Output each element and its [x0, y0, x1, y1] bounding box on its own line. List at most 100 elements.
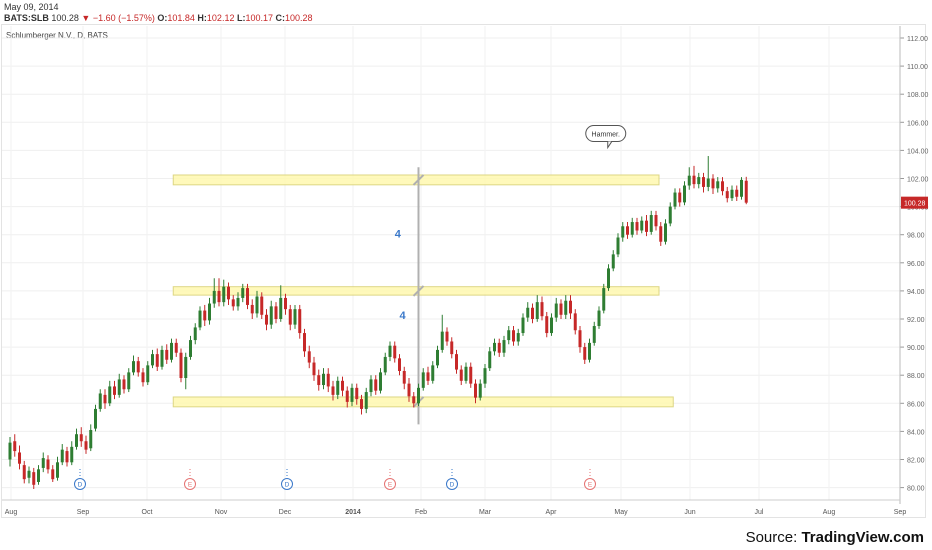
- candle-body: [402, 370, 406, 384]
- wave-label: 4: [400, 310, 407, 322]
- x-tick-label: Feb: [415, 509, 427, 516]
- candle-body: [160, 349, 164, 367]
- candle-body: [431, 365, 435, 381]
- candle-body: [13, 441, 17, 452]
- candle-body: [730, 189, 734, 199]
- candle-body: [417, 387, 420, 404]
- x-tick-label: Aug: [823, 509, 836, 516]
- hammer-label: Hammer.: [592, 132, 620, 139]
- candle-body: [322, 373, 325, 386]
- candle-body: [407, 383, 411, 397]
- candle-body: [293, 309, 297, 325]
- candle-body: [559, 303, 563, 315]
- candle-body: [146, 365, 150, 383]
- candle-body: [279, 297, 283, 319]
- candle-body: [540, 302, 544, 317]
- candle-body: [165, 349, 169, 360]
- candle-body: [550, 317, 553, 334]
- candle-body: [151, 354, 154, 366]
- candle-body: [307, 351, 311, 363]
- candle-body: [179, 352, 183, 379]
- candle-body: [108, 386, 112, 404]
- y-tick-label: 88.00: [907, 373, 925, 380]
- candle-body: [564, 300, 568, 315]
- price-chart[interactable]: 80.00 82.00 84.00 86.00 88.00 90.00 92.00 94.00…: [0, 0, 932, 520]
- candle-body: [597, 310, 601, 327]
- candle-body: [41, 458, 45, 468]
- candle-body: [616, 237, 620, 255]
- candle-body: [426, 372, 430, 381]
- candle-body: [70, 446, 74, 463]
- candle-body: [364, 392, 368, 409]
- source-prefix: Source:: [745, 529, 802, 546]
- candle-body: [122, 379, 126, 390]
- candle-body: [155, 354, 159, 367]
- candle-body: [692, 175, 696, 185]
- candle-body: [535, 302, 539, 319]
- x-tick-label: Oct: [142, 509, 153, 516]
- candle-body: [75, 434, 78, 447]
- candle-body: [645, 220, 648, 232]
- candle-body: [630, 222, 634, 235]
- candle-body: [502, 340, 506, 353]
- candle-body: [360, 399, 363, 409]
- candle-body: [512, 330, 515, 342]
- y-tick-label: 82.00: [907, 458, 925, 465]
- candle-body: [554, 303, 558, 318]
- candle-body: [664, 223, 667, 242]
- candle-body: [383, 356, 387, 373]
- candle-body: [626, 226, 629, 235]
- candle-body: [355, 387, 359, 400]
- candle-body: [740, 179, 743, 197]
- candle-body: [198, 310, 202, 328]
- candle-body: [203, 310, 207, 321]
- candle-body: [721, 181, 724, 192]
- candle-body: [79, 434, 83, 442]
- source-brand: TradingView.com: [801, 529, 924, 546]
- candle-body: [654, 215, 658, 227]
- candle-body: [231, 299, 235, 307]
- candle-body: [369, 379, 373, 393]
- candle-body: [516, 333, 520, 342]
- candle-body: [464, 366, 468, 381]
- candle-body: [635, 222, 639, 231]
- candle-body: [8, 442, 12, 460]
- candle-body: [716, 181, 720, 189]
- candle-body: [421, 372, 425, 388]
- candle-body: [702, 177, 705, 187]
- candle-body: [569, 300, 572, 314]
- source-credit: Source: TradingView.com: [746, 529, 924, 546]
- candle-body: [621, 226, 625, 238]
- x-tick-label: Jun: [684, 509, 695, 516]
- candle-body: [725, 191, 729, 199]
- y-tick-label: 108.00: [907, 92, 929, 99]
- callout-pointer: [607, 141, 613, 150]
- x-tick-label: May: [614, 509, 628, 516]
- event-label: E: [188, 482, 193, 489]
- event-label: E: [388, 482, 393, 489]
- candle-body: [683, 185, 686, 203]
- candle-body: [578, 330, 582, 348]
- event-label: E: [588, 482, 593, 489]
- y-tick-label: 94.00: [907, 289, 925, 296]
- x-tick-label: Mar: [479, 509, 492, 516]
- candle-body: [326, 373, 330, 387]
- candle-body: [659, 226, 663, 242]
- event-label: D: [450, 482, 455, 489]
- candle-body: [474, 383, 477, 398]
- candle-body: [212, 290, 216, 304]
- x-tick-label: Apr: [546, 509, 558, 516]
- candle-body: [32, 472, 36, 485]
- candle-body: [602, 288, 606, 311]
- wave-label: 4: [395, 229, 402, 241]
- candle-body: [445, 331, 449, 342]
- y-tick-label: 86.00: [907, 401, 925, 408]
- candle-body: [246, 288, 249, 305]
- x-tick-label: 2014: [345, 509, 361, 516]
- candle-body: [288, 309, 292, 325]
- candle-body: [269, 306, 273, 325]
- candle-body: [274, 306, 278, 319]
- candle-body: [640, 220, 644, 231]
- candle-body: [497, 342, 501, 353]
- candle-body: [649, 215, 653, 232]
